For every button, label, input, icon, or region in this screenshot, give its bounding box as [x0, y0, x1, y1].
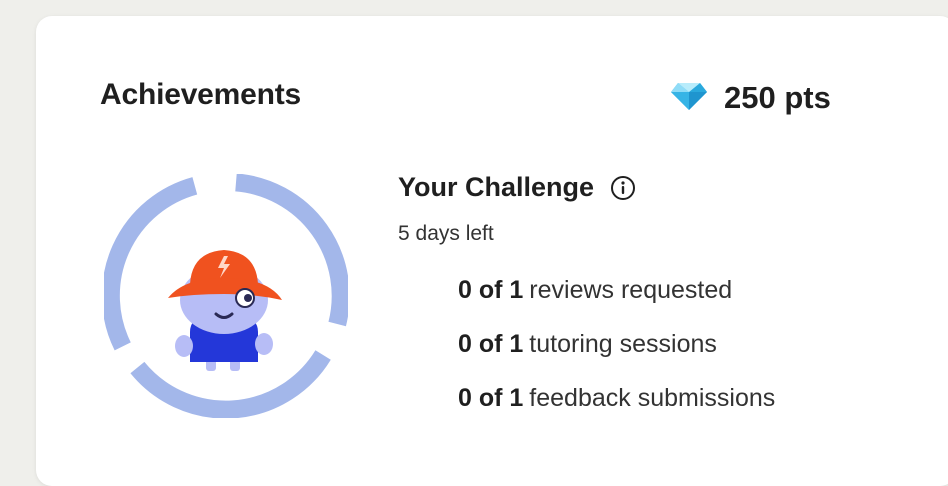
points-value: 250 pts — [724, 80, 831, 115]
task-label: reviews requested — [529, 276, 733, 304]
challenge-header: Your Challenge — [398, 172, 636, 203]
task-label: tutoring sessions — [529, 330, 717, 358]
progress-ring-segment — [101, 177, 198, 351]
task-count: 0 of 1 — [458, 330, 524, 358]
challenge-title: Your Challenge — [398, 172, 595, 202]
task-item-feedback: 0 of 1 feedback submissions — [458, 384, 775, 438]
achievements-title: Achievements — [100, 78, 302, 111]
task-item-reviews: 0 of 1 reviews requested — [458, 276, 775, 330]
avatar-character — [168, 250, 282, 371]
diamond-icon — [670, 81, 708, 116]
days-left: 5 days left — [398, 222, 494, 245]
challenge-progress-avatar — [101, 173, 350, 419]
task-count: 0 of 1 — [458, 276, 524, 304]
points-display: 250 pts — [670, 76, 831, 120]
info-icon[interactable] — [610, 175, 636, 201]
task-count: 0 of 1 — [458, 384, 524, 412]
challenge-task-list: 0 of 1 reviews requested 0 of 1 tutoring s… — [458, 276, 775, 438]
task-label: feedback submissions — [529, 384, 776, 412]
task-item-tutoring: 0 of 1 tutoring sessions — [458, 330, 775, 384]
